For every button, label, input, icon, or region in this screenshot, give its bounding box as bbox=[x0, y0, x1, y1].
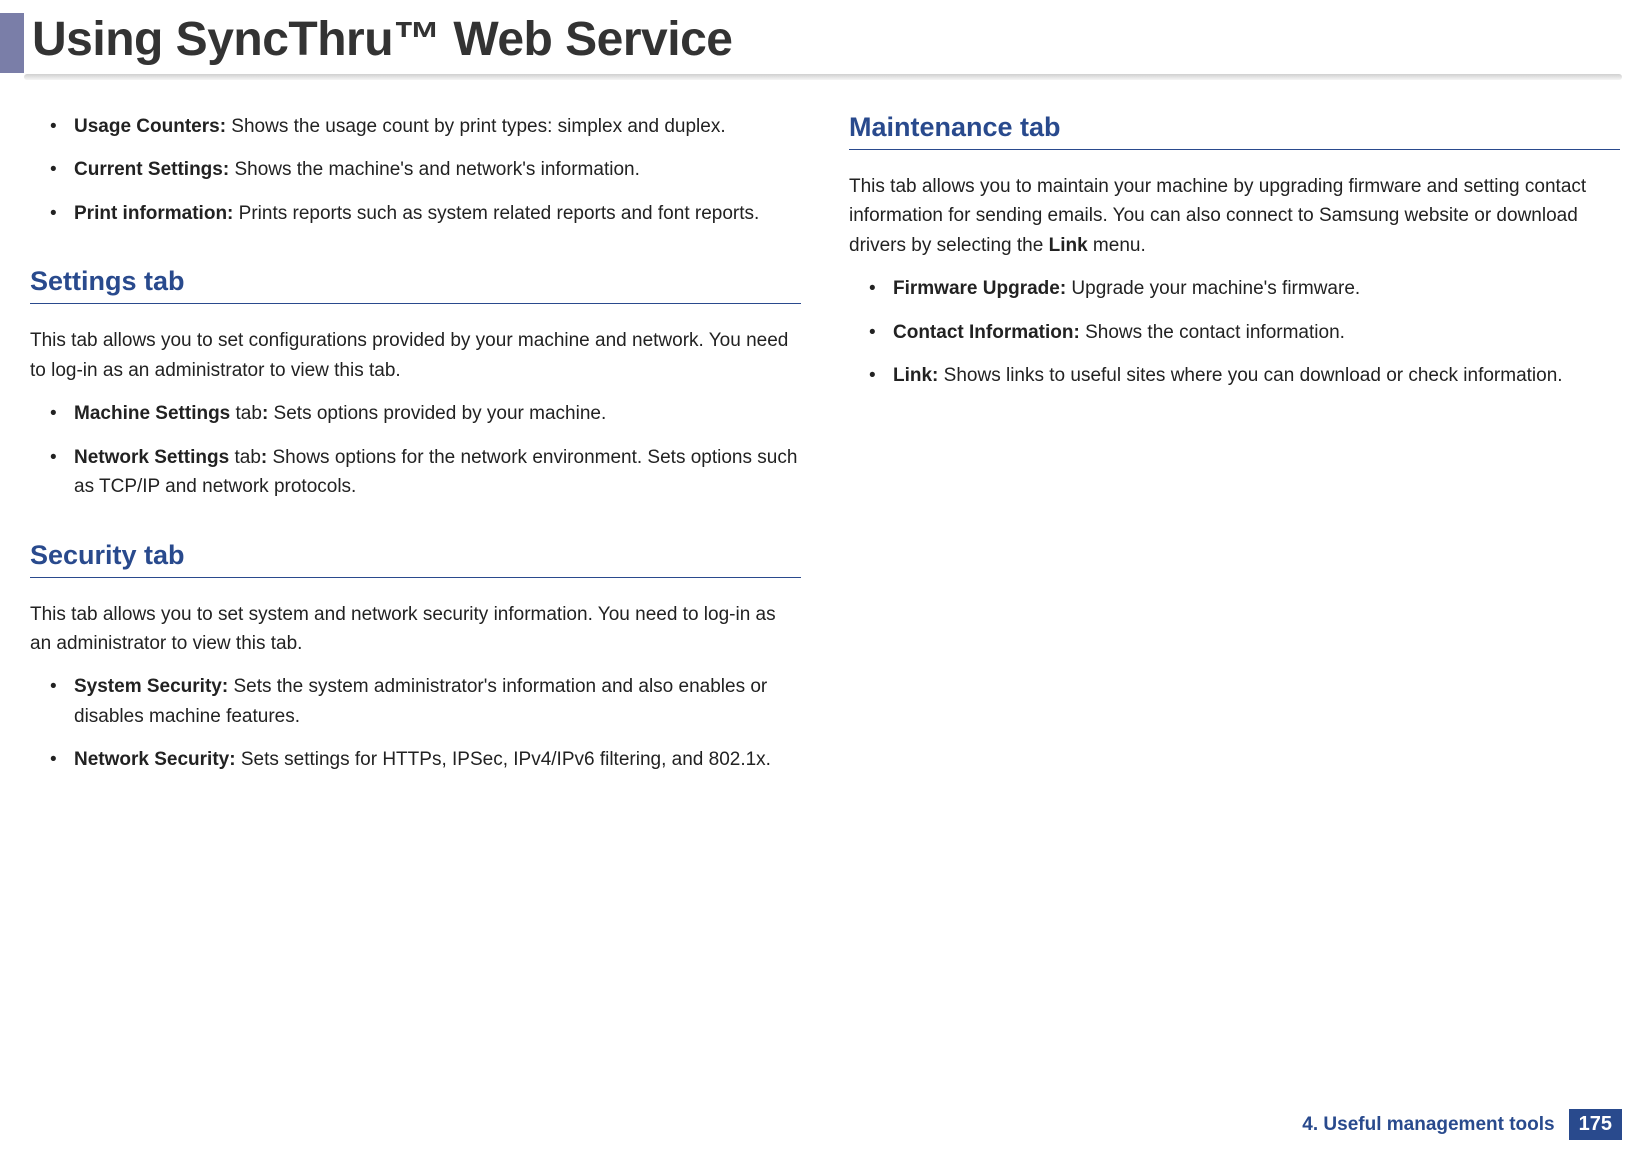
list-item: Print information: Prints reports such a… bbox=[30, 199, 801, 228]
security-intro: This tab allows you to set system and ne… bbox=[30, 600, 801, 659]
intro-post: menu. bbox=[1088, 235, 1146, 256]
page-title: Using SyncThru™ Web Service bbox=[32, 12, 732, 67]
footer: 4. Useful management tools 175 bbox=[1302, 1109, 1622, 1140]
list-item: Network Security: Sets settings for HTTP… bbox=[30, 745, 801, 774]
desc: Sets settings for HTTPs, IPSec, IPv4/IPv… bbox=[236, 749, 771, 770]
term: Network Settings bbox=[74, 447, 229, 468]
list-item: Firmware Upgrade: Upgrade your machine's… bbox=[849, 274, 1620, 303]
section-rule bbox=[30, 577, 801, 578]
maintenance-heading: Maintenance tab bbox=[849, 112, 1620, 143]
maintenance-intro: This tab allows you to maintain your mac… bbox=[849, 172, 1620, 260]
list-item: Network Settings tab: Shows options for … bbox=[30, 443, 801, 502]
list-item: Link: Shows links to useful sites where … bbox=[849, 361, 1620, 390]
mid: tab bbox=[230, 403, 262, 424]
term: Link: bbox=[893, 365, 938, 386]
settings-heading: Settings tab bbox=[30, 266, 801, 297]
header-accent-tab bbox=[0, 13, 24, 73]
mid: tab bbox=[229, 447, 261, 468]
section-rule bbox=[849, 149, 1620, 150]
term: Current Settings: bbox=[74, 159, 229, 180]
list-item: System Security: Sets the system adminis… bbox=[30, 672, 801, 731]
desc: Sets options provided by your machine. bbox=[268, 403, 606, 424]
desc: Shows the usage count by print types: si… bbox=[226, 116, 726, 137]
list-item: Usage Counters: Shows the usage count by… bbox=[30, 112, 801, 141]
term: System Security: bbox=[74, 676, 228, 697]
intro-pre: This tab allows you to maintain your mac… bbox=[849, 176, 1586, 256]
term: Print information: bbox=[74, 203, 233, 224]
security-heading: Security tab bbox=[30, 540, 801, 571]
intro-bold: Link bbox=[1049, 235, 1088, 256]
maintenance-list: Firmware Upgrade: Upgrade your machine's… bbox=[849, 274, 1620, 390]
list-item: Contact Information: Shows the contact i… bbox=[849, 318, 1620, 347]
right-column: Maintenance tab This tab allows you to m… bbox=[849, 112, 1620, 789]
left-column: Usage Counters: Shows the usage count by… bbox=[30, 112, 801, 789]
term: Usage Counters: bbox=[74, 116, 226, 137]
chapter-label: 4. Useful management tools bbox=[1302, 1114, 1554, 1136]
content-columns: Usage Counters: Shows the usage count by… bbox=[0, 84, 1650, 789]
settings-list: Machine Settings tab: Sets options provi… bbox=[30, 399, 801, 501]
desc: Shows the contact information. bbox=[1080, 322, 1345, 343]
list-item: Machine Settings tab: Sets options provi… bbox=[30, 399, 801, 428]
header: Using SyncThru™ Web Service bbox=[0, 0, 1650, 84]
info-tab-list: Usage Counters: Shows the usage count by… bbox=[30, 112, 801, 228]
desc: Prints reports such as system related re… bbox=[233, 203, 759, 224]
desc: Upgrade your machine's firmware. bbox=[1066, 278, 1360, 299]
term: Firmware Upgrade: bbox=[893, 278, 1066, 299]
term: Contact Information: bbox=[893, 322, 1080, 343]
settings-intro: This tab allows you to set configuration… bbox=[30, 326, 801, 385]
security-list: System Security: Sets the system adminis… bbox=[30, 672, 801, 774]
section-rule bbox=[30, 303, 801, 304]
term: Machine Settings bbox=[74, 403, 230, 424]
desc: Shows the machine's and network's inform… bbox=[229, 159, 640, 180]
list-item: Current Settings: Shows the machine's an… bbox=[30, 155, 801, 184]
desc: Shows links to useful sites where you ca… bbox=[938, 365, 1562, 386]
title-underline bbox=[24, 74, 1622, 80]
page-number: 175 bbox=[1569, 1109, 1622, 1140]
term: Network Security: bbox=[74, 749, 236, 770]
